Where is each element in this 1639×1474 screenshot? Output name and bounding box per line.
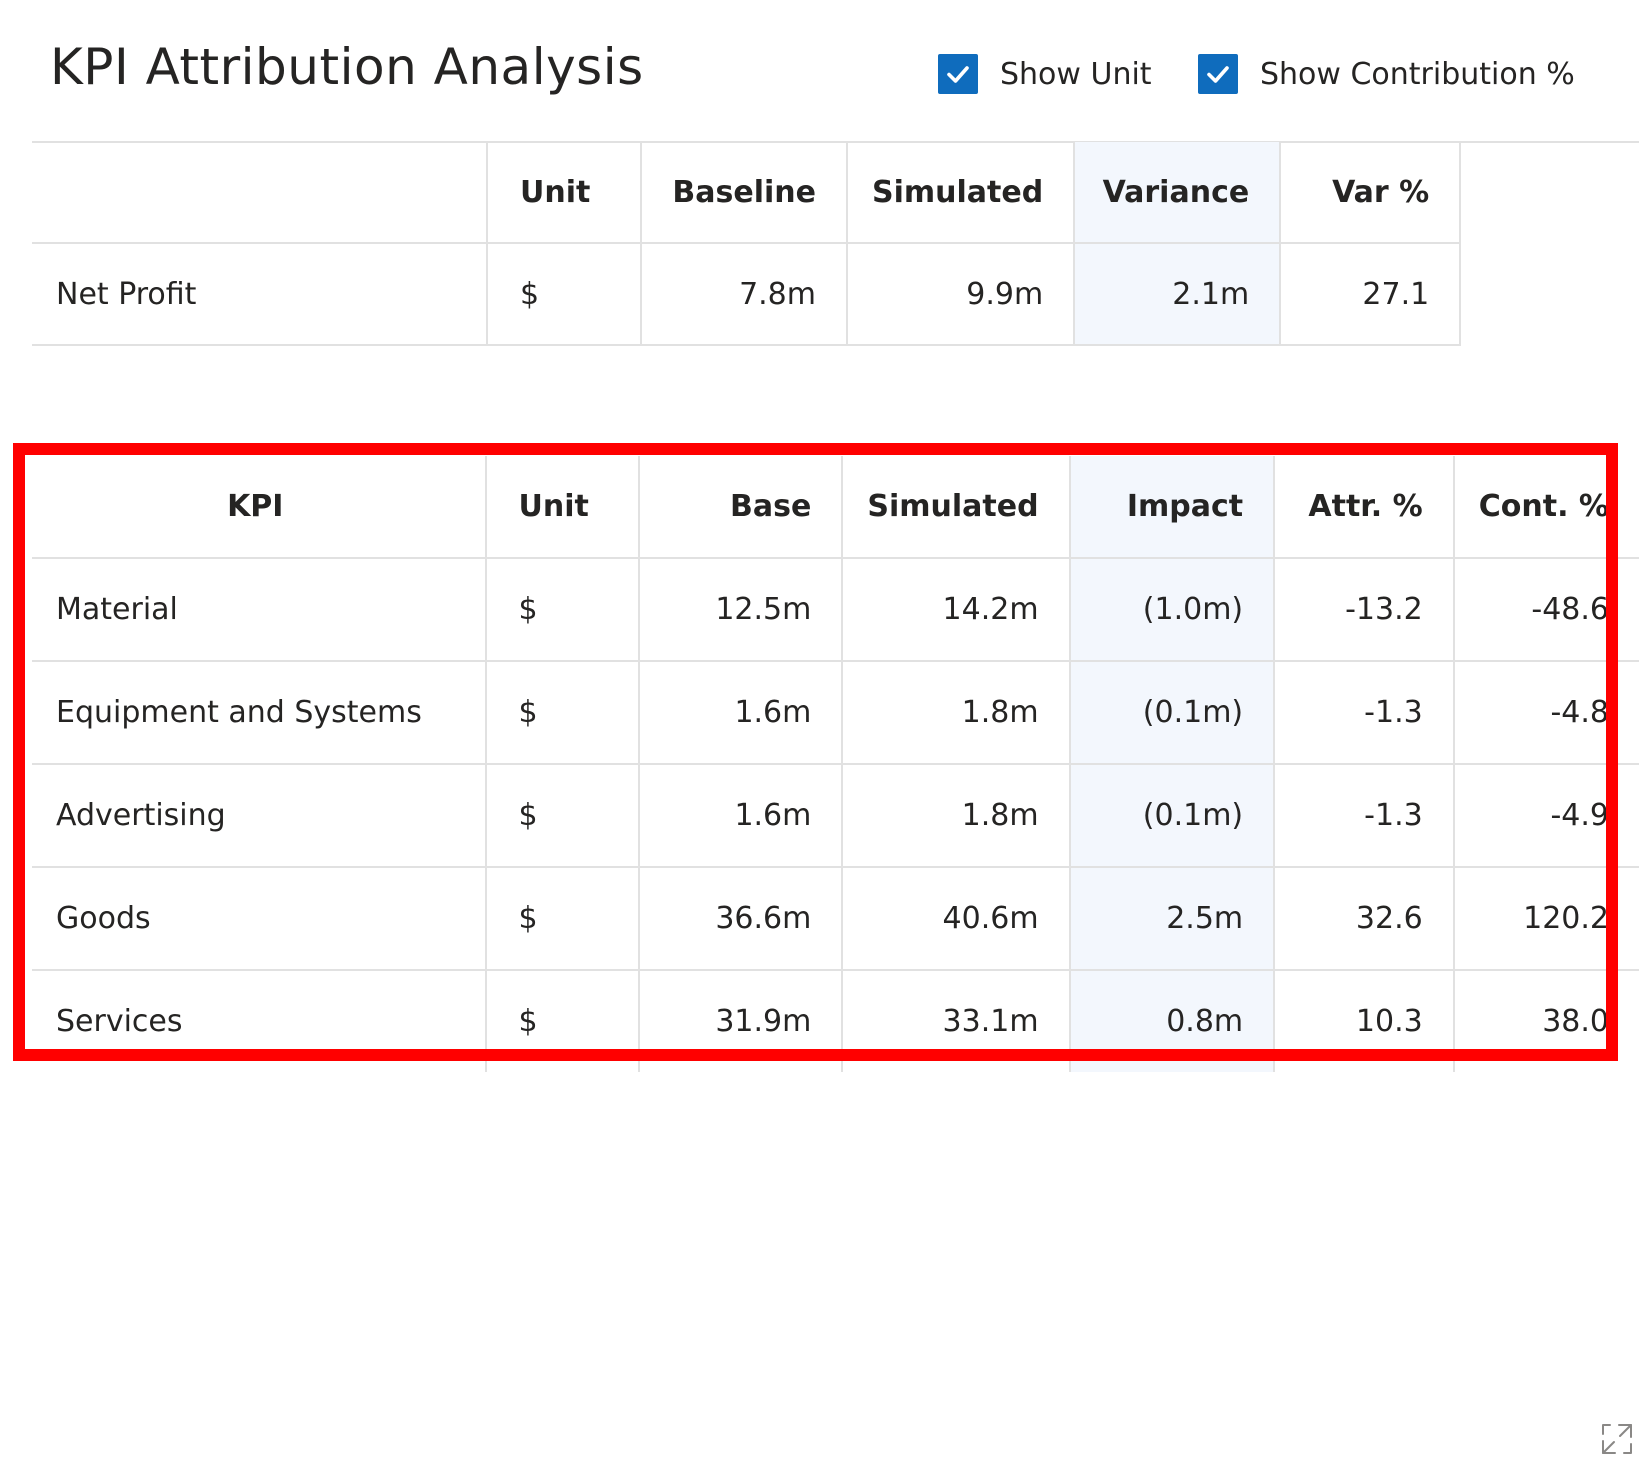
checkmark-icon[interactable] — [1198, 54, 1238, 94]
column-header-base[interactable]: Base — [637, 456, 844, 559]
kpi-name-cell: Advertising — [32, 763, 487, 868]
page-title: KPI Attribution Analysis — [50, 38, 644, 96]
table-row: Services $ 31.9m 33.1m 0.8m 10.3 38.0 — [32, 969, 1639, 1072]
impact-cell: 2.5m — [1068, 866, 1276, 971]
simulated-cell: 9.9m — [845, 242, 1076, 346]
base-cell: 31.9m — [637, 969, 844, 1072]
column-header-simulated[interactable]: Simulated — [841, 456, 1071, 559]
simulated-cell: 1.8m — [841, 660, 1071, 765]
show-unit-label: Show Unit — [1000, 56, 1152, 92]
unit-cell: $ — [484, 660, 640, 765]
impact-cell: (0.1m) — [1068, 763, 1276, 868]
base-cell: 1.6m — [637, 763, 844, 868]
cont-percent-cell: -48.6 — [1452, 557, 1639, 662]
cont-percent-cell: -4.9 — [1452, 763, 1639, 868]
unit-cell: $ — [484, 557, 640, 662]
column-header-variance[interactable]: Variance — [1073, 142, 1282, 244]
simulated-cell: 14.2m — [841, 557, 1071, 662]
summary-header-row: Unit Baseline Simulated Variance Var % — [32, 142, 1462, 244]
column-header-unit[interactable]: Unit — [486, 142, 642, 244]
base-cell: 1.6m — [637, 660, 844, 765]
attribution-header-row: KPI Unit Base Simulated Impact Attr. % C… — [32, 456, 1639, 559]
kpi-name-cell: Net Profit — [32, 242, 488, 346]
table-row: Material $ 12.5m 14.2m (1.0m) -13.2 -48.… — [32, 557, 1639, 662]
column-header-baseline[interactable]: Baseline — [640, 142, 848, 244]
expand-icon[interactable] — [1599, 1421, 1635, 1457]
summary-table: Unit Baseline Simulated Variance Var % N… — [32, 142, 1462, 346]
attr-percent-cell: -1.3 — [1273, 660, 1455, 765]
cont-percent-cell: 38.0 — [1452, 969, 1639, 1072]
variance-cell: 2.1m — [1073, 242, 1282, 346]
unit-cell: $ — [484, 866, 640, 971]
show-unit-checkbox[interactable]: Show Unit — [938, 52, 1152, 96]
column-header-cont-percent[interactable]: Cont. % — [1452, 456, 1639, 559]
attr-percent-cell: 10.3 — [1273, 969, 1455, 1072]
simulated-cell: 40.6m — [841, 866, 1071, 971]
var-percent-cell: 27.1 — [1279, 242, 1462, 346]
impact-cell: 0.8m — [1068, 969, 1276, 1072]
base-cell: 36.6m — [637, 866, 844, 971]
impact-cell: (1.0m) — [1068, 557, 1276, 662]
table-row: Net Profit $ 7.8m 9.9m 2.1m 27.1 — [32, 242, 1462, 346]
column-header-kpi[interactable] — [32, 142, 488, 244]
table-row: Advertising $ 1.6m 1.8m (0.1m) -1.3 -4.9 — [32, 763, 1639, 868]
column-header-impact[interactable]: Impact — [1068, 456, 1276, 559]
unit-cell: $ — [486, 242, 642, 346]
attr-percent-cell: -1.3 — [1273, 763, 1455, 868]
kpi-name-cell: Material — [32, 557, 487, 662]
kpi-name-cell: Services — [32, 969, 487, 1072]
cont-percent-cell: -4.8 — [1452, 660, 1639, 765]
column-header-kpi[interactable]: KPI — [32, 456, 487, 559]
attribution-table: KPI Unit Base Simulated Impact Attr. % C… — [32, 456, 1639, 1072]
column-header-var-percent[interactable]: Var % — [1279, 142, 1462, 244]
table-row: Goods $ 36.6m 40.6m 2.5m 32.6 120.2 — [32, 866, 1639, 971]
column-header-unit[interactable]: Unit — [484, 456, 640, 559]
show-contribution-checkbox[interactable]: Show Contribution % — [1198, 52, 1575, 96]
kpi-name-cell: Equipment and Systems — [32, 660, 487, 765]
base-cell: 12.5m — [637, 557, 844, 662]
attr-percent-cell: -13.2 — [1273, 557, 1455, 662]
checkmark-icon[interactable] — [938, 54, 978, 94]
simulated-cell: 1.8m — [841, 763, 1071, 868]
show-contribution-label: Show Contribution % — [1260, 56, 1575, 92]
column-header-attr-percent[interactable]: Attr. % — [1273, 456, 1455, 559]
kpi-name-cell: Goods — [32, 866, 487, 971]
unit-cell: $ — [484, 969, 640, 1072]
unit-cell: $ — [484, 763, 640, 868]
baseline-cell: 7.8m — [640, 242, 848, 346]
attr-percent-cell: 32.6 — [1273, 866, 1455, 971]
simulated-cell: 33.1m — [841, 969, 1071, 1072]
impact-cell: (0.1m) — [1068, 660, 1276, 765]
column-header-simulated[interactable]: Simulated — [845, 142, 1076, 244]
cont-percent-cell: 120.2 — [1452, 866, 1639, 971]
table-row: Equipment and Systems $ 1.6m 1.8m (0.1m)… — [32, 660, 1639, 765]
